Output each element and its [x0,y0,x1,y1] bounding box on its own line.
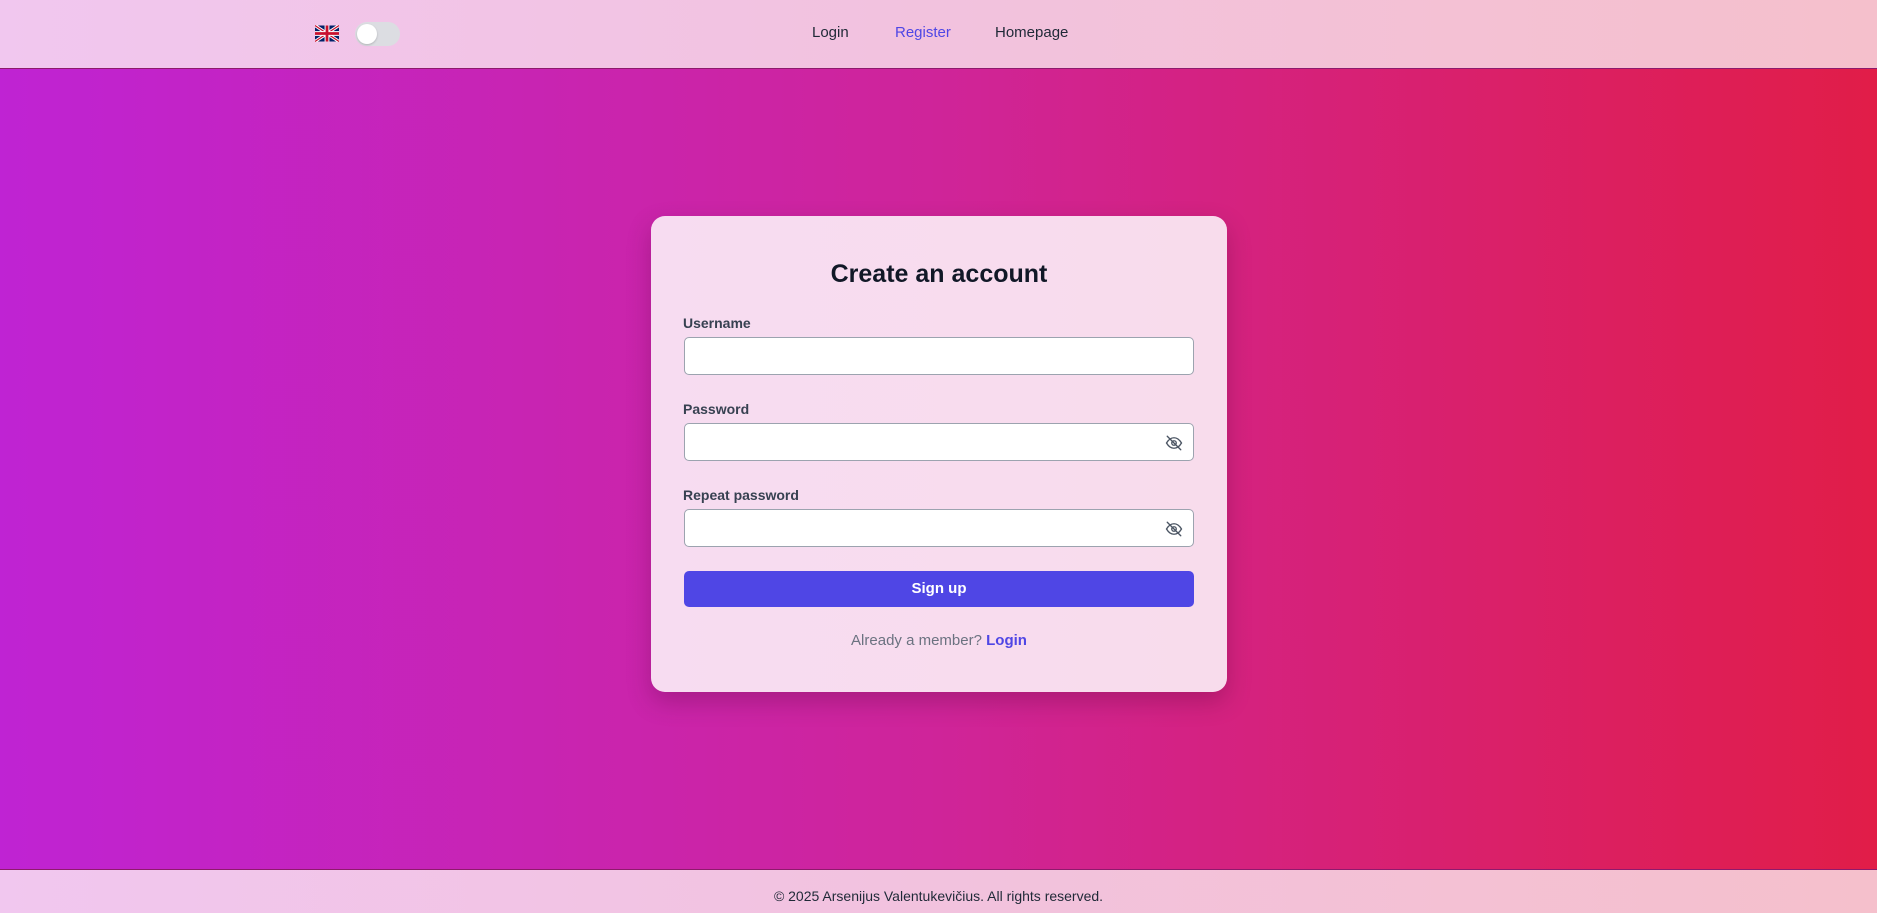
page-title: Create an account [830,260,1048,288]
theme-toggle[interactable] [355,22,400,46]
username-label: Username [683,315,751,331]
nav-register-link[interactable]: Register [895,24,951,41]
eye-off-icon[interactable] [1165,434,1183,452]
sign-up-button[interactable]: Sign up [684,571,1194,607]
toggle-knob [357,24,377,44]
repeat-password-input[interactable] [684,509,1194,547]
password-input[interactable] [684,423,1194,461]
repeat-password-label: Repeat password [683,487,799,503]
already-member-text: Already a member? [851,632,982,649]
register-card: Create an account Username Password Repe… [651,216,1227,692]
nav-homepage-link[interactable]: Homepage [995,24,1068,41]
uk-flag-icon[interactable] [315,25,339,42]
nav-login-link[interactable]: Login [812,24,849,41]
login-link[interactable]: Login [986,632,1027,649]
already-member-line: Already a member? Login [651,632,1227,649]
copyright-text: © 2025 Arsenijus Valentukevičius. All ri… [773,888,1104,904]
eye-off-icon[interactable] [1165,520,1183,538]
top-navbar: Login Register Homepage [0,0,1877,69]
footer: © 2025 Arsenijus Valentukevičius. All ri… [0,869,1877,913]
username-input[interactable] [684,337,1194,375]
password-label: Password [683,401,750,417]
